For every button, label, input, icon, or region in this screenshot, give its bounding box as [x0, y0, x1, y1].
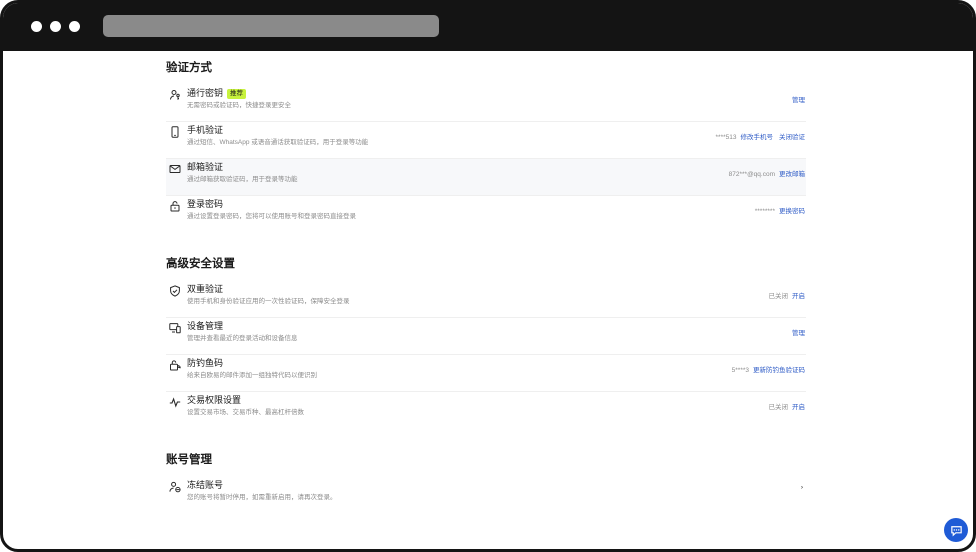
row-description: 管理并查看最近的登录活动和设备信息 [187, 335, 298, 342]
password-value: ******** [754, 208, 775, 215]
row-title: 双重验证 [187, 284, 224, 294]
freeze-user-icon [169, 481, 181, 493]
row-title: 邮箱验证 [187, 162, 224, 172]
address-bar[interactable] [103, 15, 439, 37]
row-login-password: 登录密码 通过设置登录密码，您将可以使用账号和登录密码直接登录 ********… [166, 196, 806, 233]
shield-check-icon [169, 285, 181, 297]
chat-bubble-icon [950, 524, 963, 537]
phone-icon [169, 126, 181, 138]
verification-list: 通行密钥 推荐 无需密码或验证码，快捷登录更安全 管理 手机验证 通过短信、Wha… [166, 85, 806, 233]
change-phone-link[interactable]: 修改手机号 [741, 134, 774, 141]
row-actions: 5****3 更新防钓鱼验证码 [732, 366, 805, 376]
window-control-dot[interactable] [50, 21, 61, 32]
row-anti-phishing: 防钓鱼码 给来自欧易的邮件添加一组独特代码以便识别 5****3 更新防钓鱼验证码 [166, 355, 806, 392]
change-email-link[interactable]: 更改邮箱 [779, 171, 805, 178]
chevron-right-icon[interactable]: › [801, 483, 803, 493]
row-actions: 管理 [792, 96, 805, 106]
row-title-text: 通行密钥 [187, 88, 224, 98]
row-device-management: 设备管理 管理并查看最近的登录活动和设备信息 管理 [166, 318, 806, 355]
row-two-factor: 双重验证 使用手机和身份验证应用的一次性验证码，保障安全登录 已关闭 开启 [166, 281, 806, 318]
manage-devices-link[interactable]: 管理 [792, 330, 805, 337]
section-title-account-management: 账号管理 [166, 454, 212, 466]
devices-icon [169, 322, 181, 334]
row-phone: 手机验证 通过短信、WhatsApp 或语音通话获取验证码，用于登录等功能 **… [166, 122, 806, 159]
row-description: 通过短信、WhatsApp 或语音通话获取验证码，用于登录等功能 [187, 139, 369, 146]
row-actions: 已关闭 开启 [769, 292, 806, 302]
row-description: 无需密码或验证码，快捷登录更安全 [187, 102, 291, 109]
mail-icon [169, 163, 181, 175]
row-description: 通过邮箱获取验证码，用于登录等功能 [187, 176, 298, 183]
disable-phone-verification-link[interactable]: 关闭验证 [779, 134, 805, 141]
pulse-icon [169, 396, 181, 408]
row-trading-permissions: 交易权限设置 设置交易市场、交易币种、最高杠杆倍数 已关闭 开启 [166, 392, 806, 429]
browser-toolbar [3, 3, 973, 51]
manage-passkey-link[interactable]: 管理 [792, 97, 805, 104]
row-description: 您的账号将暂时停用，如需重新启用，请再次登录。 [187, 494, 337, 501]
row-freeze-account[interactable]: 冻结账号 您的账号将暂时停用，如需重新启用，请再次登录。 › [166, 477, 806, 514]
user-key-icon [169, 89, 181, 101]
two-factor-status: 已关闭 [768, 293, 789, 300]
security-settings-page: 验证方式 通行密钥 推荐 无需密码或验证码，快捷登录更安全 管理 手机验证 通过短… [166, 51, 806, 514]
window-control-dot[interactable] [31, 21, 42, 32]
update-anti-phishing-code-link[interactable]: 更新防钓鱼验证码 [753, 367, 805, 374]
trading-permission-status: 已关闭 [768, 404, 789, 411]
row-actions: ****513 修改手机号 关闭验证 [716, 133, 805, 143]
advanced-security-list: 双重验证 使用手机和身份验证应用的一次性验证码，保障安全登录 已关闭 开启 设备管… [166, 281, 806, 429]
row-email: 邮箱验证 通过邮箱获取验证码，用于登录等功能 872***@qq.com 更改邮箱 [166, 159, 806, 196]
row-actions: 已关闭 开启 [769, 403, 806, 413]
row-description: 通过设置登录密码，您将可以使用账号和登录密码直接登录 [187, 213, 356, 220]
row-description: 给来自欧易的邮件添加一组独特代码以便识别 [187, 372, 317, 379]
recommended-badge: 推荐 [227, 89, 247, 99]
chat-support-button[interactable] [944, 518, 968, 542]
phone-value: ****513 [715, 134, 737, 141]
anti-phishing-icon [169, 359, 181, 371]
anti-phishing-code-value: 5****3 [731, 367, 749, 374]
row-passkey: 通行密钥 推荐 无需密码或验证码，快捷登录更安全 管理 [166, 85, 806, 122]
row-title: 手机验证 [187, 125, 224, 135]
row-title: 登录密码 [187, 199, 224, 209]
email-value: 872***@qq.com [728, 171, 775, 178]
enable-trading-permissions-link[interactable]: 开启 [792, 404, 805, 411]
lock-icon [169, 200, 181, 212]
account-management-list: 冻结账号 您的账号将暂时停用，如需重新启用，请再次登录。 › [166, 477, 806, 514]
row-title: 冻结账号 [187, 480, 224, 490]
row-actions: ******** 更换密码 [755, 207, 805, 217]
change-password-link[interactable]: 更换密码 [779, 208, 805, 215]
row-description: 设置交易市场、交易币种、最高杠杆倍数 [187, 409, 304, 416]
row-title: 交易权限设置 [187, 395, 242, 405]
row-title: 设备管理 [187, 321, 224, 331]
section-title-advanced-security: 高级安全设置 [166, 258, 235, 270]
browser-window: 验证方式 通行密钥 推荐 无需密码或验证码，快捷登录更安全 管理 手机验证 通过短… [0, 0, 976, 552]
row-actions: 872***@qq.com 更改邮箱 [729, 170, 805, 180]
section-title-verification: 验证方式 [166, 62, 212, 74]
row-actions: 管理 [792, 329, 805, 339]
row-title: 通行密钥 推荐 [187, 87, 247, 99]
row-description: 使用手机和身份验证应用的一次性验证码，保障安全登录 [187, 298, 350, 305]
row-title: 防钓鱼码 [187, 358, 224, 368]
window-control-dot[interactable] [69, 21, 80, 32]
enable-two-factor-link[interactable]: 开启 [792, 293, 805, 300]
